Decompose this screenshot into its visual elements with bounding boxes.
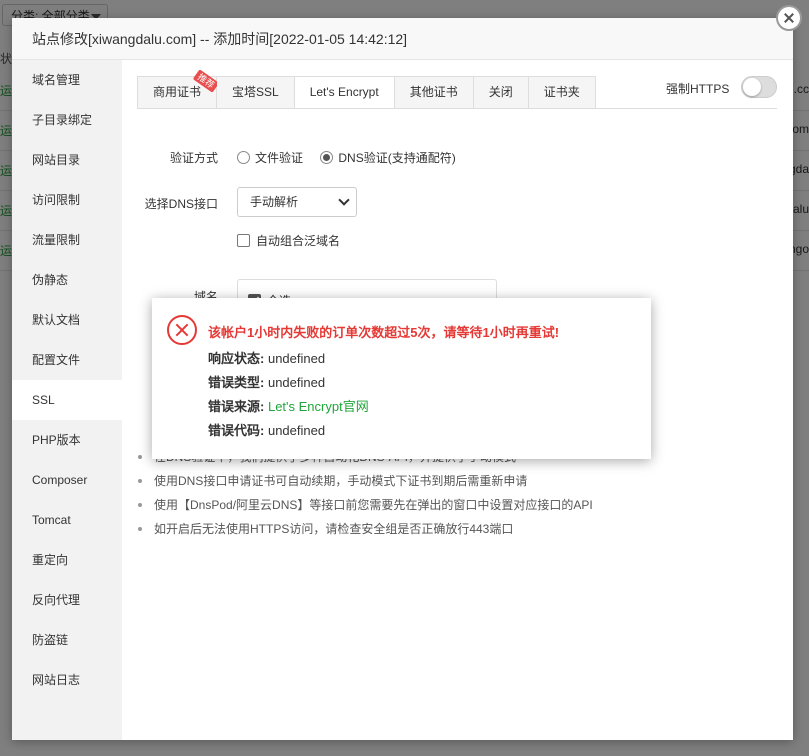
list-item: 如开启后无法使用HTTPS访问，请检查安全组是否正确放行443端口 (136, 517, 593, 541)
radio-dns-verify[interactable]: DNS验证(支持通配符) (320, 149, 456, 166)
sidebar-item-rewrite[interactable]: 伪静态 (12, 260, 122, 300)
modal-title: 站点修改[xiwangdalu.com] -- 添加时间[2022-01-05 … (12, 18, 793, 60)
error-value: undefined (267, 351, 326, 366)
error-key: 错误代码: (208, 423, 265, 438)
list-item: 使用DNS接口申请证书可自动续期，手动模式下证书到期后需重新申请 (136, 469, 593, 493)
sidebar-item-site-directory[interactable]: 网站目录 (12, 140, 122, 180)
dns-interface-label: 选择DNS接口 (144, 197, 218, 211)
radio-label: 文件验证 (255, 151, 304, 165)
tips-list: 在DNS验证中，我们提供了多种自动化DNS-API，并提供了手动模式 使用DNS… (136, 445, 593, 541)
error-dialog: 该帐户1小时内失败的订单次数超过5次，请等待1小时再重试! 响应状态: unde… (152, 298, 651, 459)
dns-interface-select[interactable]: 手动解析 (237, 187, 357, 217)
sidebar-item-composer[interactable]: Composer (12, 460, 122, 500)
auto-wildcard-checkbox[interactable]: 自动组合泛域名 (237, 232, 340, 249)
sidebar-item-default-doc[interactable]: 默认文档 (12, 300, 122, 340)
force-https-toggle[interactable] (741, 76, 777, 98)
error-key: 错误类型: (208, 375, 265, 390)
tab-close[interactable]: 关闭 (473, 76, 529, 109)
sidebar-item-config-file[interactable]: 配置文件 (12, 340, 122, 380)
sidebar-item-site-logs[interactable]: 网站日志 (12, 660, 122, 700)
checkbox-icon (237, 234, 250, 247)
verify-method-radios: 文件验证 DNS验证(支持通配符) (237, 149, 470, 166)
sidebar-item-domains[interactable]: 域名管理 (12, 60, 122, 100)
error-key: 错误来源: (208, 399, 265, 414)
tab-label: 商用证书 (153, 85, 202, 99)
close-modal-button[interactable] (776, 5, 802, 31)
tab-other-cert[interactable]: 其他证书 (394, 76, 474, 109)
sidebar-item-php-version[interactable]: PHP版本 (12, 420, 122, 460)
toggle-knob (743, 78, 761, 96)
sidebar-item-tomcat[interactable]: Tomcat (12, 500, 122, 540)
error-key: 响应状态: (208, 351, 265, 366)
tab-lets-encrypt[interactable]: Let's Encrypt (294, 76, 395, 109)
force-https-label: 强制HTTPS (666, 82, 730, 96)
error-row-error-code: 错误代码: undefined (208, 420, 325, 439)
radio-circle-icon (237, 151, 250, 164)
tab-commercial-cert[interactable]: 商用证书 推荐 (137, 69, 220, 109)
tab-baota-ssl[interactable]: 宝塔SSL (217, 76, 295, 109)
sidebar-item-subdir-binding[interactable]: 子目录绑定 (12, 100, 122, 140)
sidebar-item-traffic-limit[interactable]: 流量限制 (12, 220, 122, 260)
radio-selected-icon (320, 151, 334, 164)
tab-cert-folder[interactable]: 证书夹 (528, 76, 596, 109)
error-x-icon (167, 315, 197, 345)
error-title: 该帐户1小时内失败的订单次数超过5次，请等待1小时再重试! (208, 325, 560, 340)
sidebar-item-reverse-proxy[interactable]: 反向代理 (12, 580, 122, 620)
radio-label: DNS验证(支持通配符) (338, 151, 456, 165)
modal-sidebar: 域名管理 子目录绑定 网站目录 访问限制 流量限制 伪静态 默认文档 配置文件 … (12, 60, 122, 740)
error-row-response-status: 响应状态: undefined (208, 348, 325, 367)
error-row-error-type: 错误类型: undefined (208, 372, 325, 391)
radio-file-verify[interactable]: 文件验证 (237, 149, 303, 166)
sidebar-item-access-limit[interactable]: 访问限制 (12, 180, 122, 220)
tabs-divider (137, 108, 777, 109)
dns-interface-value: 手动解析 (250, 195, 299, 209)
list-item: 使用【DnsPod/阿里云DNS】等接口前您需要先在弹出的窗口中设置对应接口的A… (136, 493, 593, 517)
error-value: undefined (267, 375, 326, 390)
error-value: undefined (267, 423, 326, 438)
error-source-link[interactable]: Let's Encrypt官网 (268, 399, 369, 414)
verify-method-label: 验证方式 (169, 151, 218, 165)
sidebar-item-ssl[interactable]: SSL (12, 380, 122, 420)
ssl-tabs: 商用证书 推荐 宝塔SSL Let's Encrypt 其他证书 关闭 证书夹 (137, 69, 596, 109)
error-row-error-source: 错误来源: Let's Encrypt官网 (208, 396, 369, 415)
sidebar-item-hotlink-protection[interactable]: 防盗链 (12, 620, 122, 660)
chevron-down-icon (338, 194, 350, 206)
sidebar-item-redirect[interactable]: 重定向 (12, 540, 122, 580)
auto-wildcard-label: 自动组合泛域名 (256, 234, 341, 248)
